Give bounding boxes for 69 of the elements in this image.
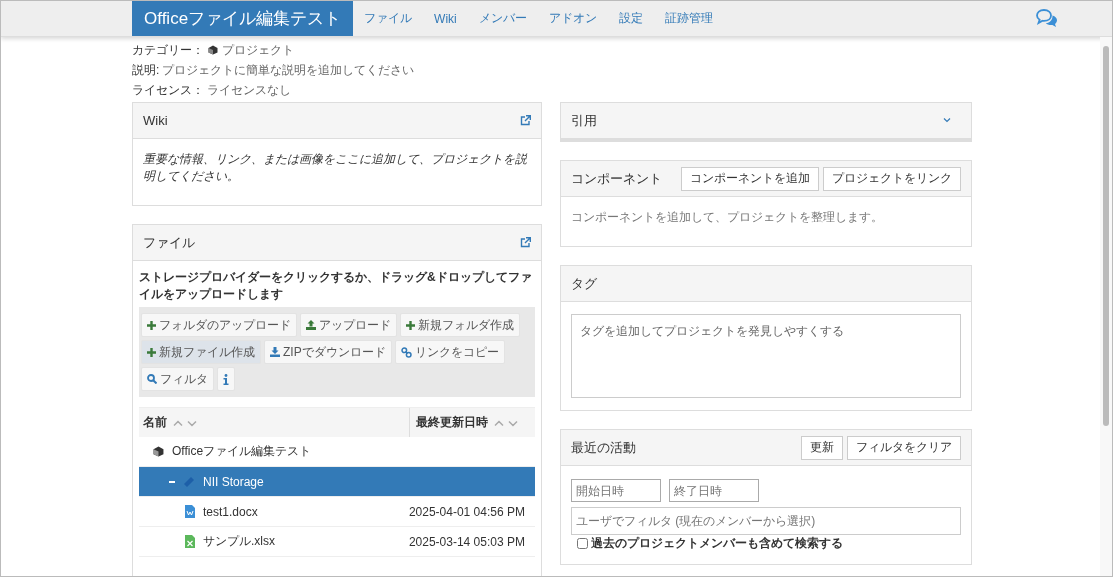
field-value: ライセンスなし [207,82,291,99]
file-tree-row[interactable]: サンプル.xlsx 2025-03-14 05:03 PM [139,527,535,557]
document-icon [185,505,195,518]
user-filter-field[interactable]: ユーザでフィルタ (現在のメンバーから選択) [571,507,961,535]
spreadsheet-icon [185,535,195,548]
panel-button[interactable]: フィルタをクリア [847,435,961,460]
collapse-toggle[interactable] [169,478,175,485]
tags-input-field[interactable]: タグを追加してプロジェクトを発見しやすくする [571,314,961,398]
file-name: サンプル.xlsx [203,533,275,550]
components-placeholder-text: コンポーネントを追加して、プロジェクトを整理します。 [571,209,884,226]
modified-date: 2025-03-14 05:03 PM [408,534,525,549]
download-icon [270,347,280,357]
panel-title: ファイル [143,233,195,252]
file-name: NII Storage [203,474,264,489]
field-label: カテゴリー： [132,42,204,59]
field-value: プロジェクト [222,42,294,59]
external-link-icon[interactable] [520,237,531,248]
toolbar-button[interactable]: 新規ファイル作成 [141,340,261,364]
field-label: ライセンス： [132,82,204,99]
modified-date: 2025-04-01 04:56 PM [408,504,525,519]
upload-instructions: ストレージプロバイダーをクリックするか、ドラッグ&ドロップしてファイルをアップロードします [139,269,533,303]
checkbox[interactable] [577,538,588,549]
search-icon [147,374,157,384]
chat-bubbles-icon[interactable] [1036,8,1058,29]
nav-link[interactable]: ファイル [353,10,424,27]
nav-link[interactable]: メンバー [467,10,538,27]
link-icon [400,346,412,358]
field-label: 説明: [132,62,160,79]
file-tree-row[interactable]: NII Storage [139,467,535,497]
storage-icon [183,475,195,488]
plus-icon [147,320,156,330]
panel-title: 最近の活動 [571,438,636,457]
plus-icon [406,320,415,330]
field-value: プロジェクトに簡単な説明を追加してください [162,62,415,79]
chevron-icon[interactable] [943,118,951,123]
nav-link[interactable]: アドオン [537,10,608,27]
name-column-header[interactable]: 名前 [139,408,410,437]
project-title-link[interactable]: Officeファイル編集テスト [132,1,354,36]
file-tree-row[interactable]: test1.docx 2025-04-01 04:56 PM [139,497,535,527]
panel-button[interactable]: コンポーネントを追加 [681,166,819,191]
info-button[interactable] [217,367,235,391]
nav-link[interactable]: 設定 [607,10,654,27]
panel-title: タグ [571,274,597,293]
external-link-icon[interactable] [520,115,531,126]
toolbar-button[interactable]: ZIPでダウンロード [264,340,392,364]
file-name: test1.docx [203,504,258,519]
start-date-field[interactable]: 開始日時 [571,479,661,502]
toolbar-button[interactable]: アップロード [300,313,397,337]
cube-icon [153,446,164,457]
wiki-placeholder-text: 重要な情報、リンク、または画像をここに追加して、プロジェクトを説明してください。 [143,151,528,185]
modified-column-header[interactable]: 最終更新日時 [410,408,518,437]
toolbar-button[interactable]: 新規フォルダ作成 [400,313,520,337]
nav-link[interactable]: Wiki [423,11,468,26]
panel-button[interactable]: プロジェクトをリンク [823,166,961,191]
panel-title: 引用 [571,111,597,130]
toolbar-button[interactable]: フィルタ [141,367,214,391]
plus-icon [147,347,156,357]
file-name: Officeファイル編集テスト [172,443,312,460]
toolbar-button[interactable]: フォルダのアップロード [141,313,297,337]
panel-button[interactable]: 更新 [801,435,843,460]
info-icon [223,373,229,385]
panel-title: コンポーネント [571,169,662,188]
panel-title: Wiki [143,113,168,128]
cube-icon [208,45,218,55]
toolbar-button[interactable]: リンクをコピー [394,340,505,364]
upload-icon [306,320,316,330]
end-date-field[interactable]: 終了日時 [669,479,759,502]
nav-link[interactable]: 証跡管理 [653,10,724,27]
checkbox-label: 過去のプロジェクトメンバーも含めて検索する [591,535,843,552]
